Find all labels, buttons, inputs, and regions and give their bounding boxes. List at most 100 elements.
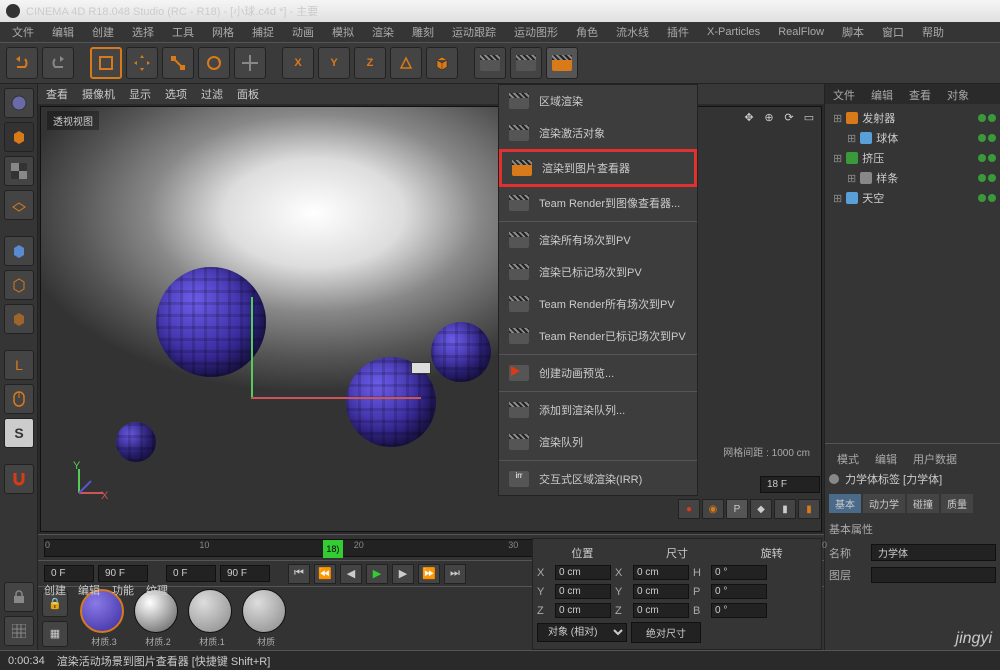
goto-start[interactable]: ⏮ xyxy=(288,564,310,584)
menu-插件[interactable]: 插件 xyxy=(659,22,697,42)
snap-icon[interactable]: S xyxy=(4,418,34,448)
edge-mode[interactable] xyxy=(4,270,34,300)
play-button[interactable]: ▶ xyxy=(366,564,388,584)
name-field[interactable] xyxy=(871,544,996,561)
goto-end[interactable]: ⏭ xyxy=(444,564,466,584)
abs-size-button[interactable]: 绝对尺寸 xyxy=(631,622,701,643)
vp-max-icon[interactable]: ▭ xyxy=(801,111,817,127)
menu-窗口[interactable]: 窗口 xyxy=(874,22,912,42)
coord-mode-select[interactable]: 对象 (相对) xyxy=(537,623,627,642)
menu-工具[interactable]: 工具 xyxy=(164,22,202,42)
key-a-icon[interactable]: ▮ xyxy=(798,499,820,519)
attr-mode[interactable]: 编辑 xyxy=(867,448,905,468)
mat-tab[interactable]: 纹理 xyxy=(146,582,168,598)
material-item[interactable]: 材质.2 xyxy=(134,589,182,648)
object-row[interactable]: ⊞发射器 xyxy=(829,108,996,128)
menu-帮助[interactable]: 帮助 xyxy=(914,22,952,42)
viewmenu-item[interactable]: 摄像机 xyxy=(82,86,115,102)
menu-item[interactable]: 渲染到图片查看器 xyxy=(499,149,697,187)
axis-tool[interactable]: L xyxy=(4,350,34,380)
scale-tool[interactable] xyxy=(162,47,194,79)
prev-key[interactable]: ⏪ xyxy=(314,564,336,584)
coord-input[interactable] xyxy=(555,603,611,618)
menu-item[interactable]: 创建动画预览... xyxy=(499,357,697,389)
menu-雕刻[interactable]: 雕刻 xyxy=(404,22,442,42)
viewmenu-item[interactable]: 选项 xyxy=(165,86,187,102)
menu-item[interactable]: 渲染激活对象 xyxy=(499,117,697,149)
model-mode[interactable] xyxy=(4,88,34,118)
preview-start[interactable]: 0 F xyxy=(166,565,216,582)
attr-tab[interactable]: 动力学 xyxy=(863,494,905,513)
coord-input[interactable] xyxy=(711,603,767,618)
menu-item[interactable]: 添加到渲染队列... xyxy=(499,394,697,426)
vp-zoom-icon[interactable]: ⊕ xyxy=(761,111,777,127)
key-r-icon[interactable]: ▮ xyxy=(774,499,796,519)
menu-脚本[interactable]: 脚本 xyxy=(834,22,872,42)
menu-item[interactable]: 渲染所有场次到PV xyxy=(499,224,697,256)
lock-icon[interactable] xyxy=(4,582,34,612)
key-p-icon[interactable]: P xyxy=(726,499,748,519)
attr-tab[interactable]: 碰撞 xyxy=(907,494,939,513)
next-key[interactable]: ⏩ xyxy=(418,564,440,584)
layer-field[interactable] xyxy=(871,567,996,583)
object-row[interactable]: ⊞挤压 xyxy=(829,148,996,168)
axis-y[interactable]: Y xyxy=(318,47,350,79)
coord-input[interactable] xyxy=(633,603,689,618)
prev-frame[interactable]: ◀ xyxy=(340,564,362,584)
key-s-icon[interactable]: ◆ xyxy=(750,499,772,519)
menu-角色[interactable]: 角色 xyxy=(568,22,606,42)
next-frame[interactable]: ▶ xyxy=(392,564,414,584)
sphere-object[interactable] xyxy=(431,322,491,382)
menu-选择[interactable]: 选择 xyxy=(124,22,162,42)
sphere-object[interactable] xyxy=(116,422,156,462)
menu-编辑[interactable]: 编辑 xyxy=(44,22,82,42)
mat-tab[interactable]: 编辑 xyxy=(78,582,100,598)
undo-button[interactable] xyxy=(6,47,38,79)
menu-网格[interactable]: 网格 xyxy=(204,22,242,42)
end-frame[interactable]: 90 F xyxy=(98,565,148,582)
menu-RealFlow[interactable]: RealFlow xyxy=(770,24,832,40)
panel-tab[interactable]: 对象 xyxy=(939,84,977,104)
menu-item[interactable]: Team Render已标记场次到PV xyxy=(499,320,697,352)
gizmo-handle[interactable] xyxy=(411,362,431,374)
menu-item[interactable]: 渲染队列 xyxy=(499,426,697,458)
coord-input[interactable] xyxy=(633,565,689,580)
rotate-tool[interactable] xyxy=(198,47,230,79)
texture-mode[interactable] xyxy=(4,156,34,186)
menu-item[interactable]: 渲染已标记场次到PV xyxy=(499,256,697,288)
axis-x[interactable]: X xyxy=(282,47,314,79)
magnet-icon[interactable] xyxy=(4,464,34,494)
render-region[interactable] xyxy=(510,47,542,79)
menu-捕捉[interactable]: 捕捉 xyxy=(244,22,282,42)
panel-tab[interactable]: 查看 xyxy=(901,84,939,104)
menu-运动跟踪[interactable]: 运动跟踪 xyxy=(444,22,504,42)
menu-创建[interactable]: 创建 xyxy=(84,22,122,42)
cube-icon[interactable] xyxy=(4,122,34,152)
move-tool[interactable] xyxy=(126,47,158,79)
menu-动画[interactable]: 动画 xyxy=(284,22,322,42)
panel-tab[interactable]: 编辑 xyxy=(863,84,901,104)
preview-end[interactable]: 90 F xyxy=(220,565,270,582)
vp-rotate-icon[interactable]: ⟳ xyxy=(781,111,797,127)
material-item[interactable]: 材质 xyxy=(242,589,290,648)
cube-primitive[interactable] xyxy=(426,47,458,79)
material-item[interactable]: 材质.1 xyxy=(188,589,236,648)
coord-input[interactable] xyxy=(555,584,611,599)
mat-tab[interactable]: 功能 xyxy=(112,582,134,598)
menu-X-Particles[interactable]: X-Particles xyxy=(699,24,768,40)
viewmenu-item[interactable]: 面板 xyxy=(237,86,259,102)
menu-模拟[interactable]: 模拟 xyxy=(324,22,362,42)
object-row[interactable]: ⊞天空 xyxy=(829,188,996,208)
attr-mode[interactable]: 模式 xyxy=(829,448,867,468)
workplane[interactable] xyxy=(4,190,34,220)
object-row[interactable]: ⊞样条 xyxy=(829,168,996,188)
playhead[interactable]: 18) xyxy=(323,540,343,558)
menu-item[interactable]: 区域渲染 xyxy=(499,85,697,117)
render-picture-viewer[interactable] xyxy=(546,47,578,79)
recent-tool[interactable] xyxy=(234,47,266,79)
record-icon[interactable]: ● xyxy=(678,499,700,519)
viewport[interactable]: 透视视图 ✥ ⊕ ⟳ ▭ YX xyxy=(40,106,822,532)
point-mode[interactable] xyxy=(4,236,34,266)
select-tool[interactable] xyxy=(90,47,122,79)
viewmenu-item[interactable]: 显示 xyxy=(129,86,151,102)
